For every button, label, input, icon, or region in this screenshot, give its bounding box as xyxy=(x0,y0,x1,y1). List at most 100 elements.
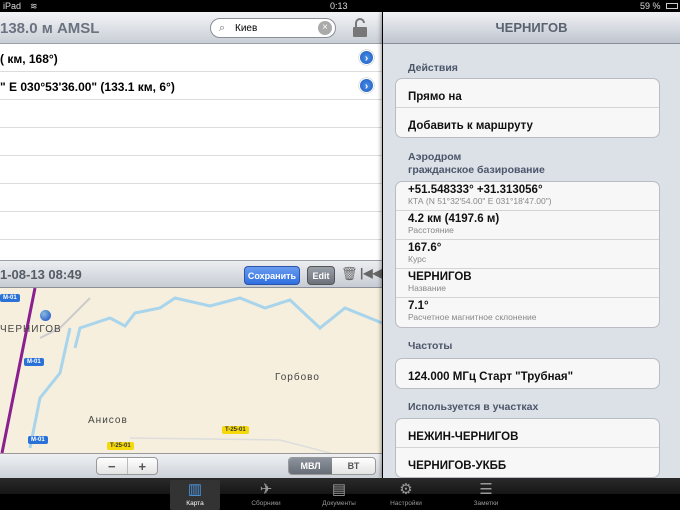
actions-group: Прямо на Добавить к маршруту xyxy=(395,78,660,138)
tab-map[interactable]: ▥ Карта xyxy=(170,480,220,510)
mode-mvl-button[interactable]: МВЛ xyxy=(289,458,332,474)
tab-documents[interactable]: ▤ Документы xyxy=(314,480,364,510)
segments-group: НЕЖИН-ЧЕРНИГОВ ЧЕРНИГОВ-УКББ xyxy=(395,418,660,478)
detail-label: Название xyxy=(408,283,446,293)
detail-label: Расстояние xyxy=(408,225,454,235)
list-item xyxy=(0,156,382,184)
action-label: Добавить к маршруту xyxy=(408,120,533,132)
elevation-title: 138.0 м AMSL xyxy=(0,20,100,37)
map-label-town: Горбово xyxy=(275,372,320,383)
detail-value: 4.2 км (4197.6 м) xyxy=(408,213,500,225)
map-view[interactable]: ЧЕРНИГОВ Горбово Анисов M-01 M-01 M-01 T… xyxy=(0,288,382,453)
route-date: 1-08-13 08:49 xyxy=(0,267,82,282)
list-item xyxy=(0,184,382,212)
map-label-town: Анисов xyxy=(88,415,128,426)
mode-vt-button[interactable]: ВТ xyxy=(332,458,375,474)
road-shield: T-25-01 xyxy=(107,442,134,450)
frequencies-group: 124.000 МГц Старт "Трубная" xyxy=(395,358,660,389)
clock: 0:13 xyxy=(330,1,348,11)
segment-row[interactable]: НЕЖИН-ЧЕРНИГОВ xyxy=(396,419,659,448)
search-value: Киев xyxy=(235,23,258,34)
route-line xyxy=(0,288,37,453)
disclosure-icon[interactable]: › xyxy=(359,78,374,93)
list-item-text: ( км, 168°) xyxy=(0,52,58,66)
detail-row: +51.548333° +31.313056° КТА (N 51°32'54.0… xyxy=(396,182,659,211)
airspace-mode-control: МВЛ ВТ xyxy=(288,457,376,475)
zoom-in-button[interactable]: + xyxy=(128,458,158,474)
clear-search-icon[interactable]: × xyxy=(318,21,332,35)
section-label: Действия xyxy=(408,62,458,74)
road-shield: M-01 xyxy=(24,358,44,366)
zoom-control: − + xyxy=(96,457,158,475)
go-direct-button[interactable]: Прямо на xyxy=(396,79,659,108)
map-water xyxy=(0,288,382,453)
gear-icon: ⚙ xyxy=(399,481,413,498)
tab-notes[interactable]: ☰ Заметки xyxy=(461,480,511,510)
detail-row: 7.1° Расчетное магнитное склонение xyxy=(396,298,659,327)
detail-value: ЧЕРНИГОВ xyxy=(408,271,472,283)
add-to-route-button[interactable]: Добавить к маршруту xyxy=(396,108,659,137)
tab-settings[interactable]: ⚙ Настройки xyxy=(381,480,431,510)
road-shield: T-25-01 xyxy=(222,426,249,434)
detail-row: 167.6° Курс xyxy=(396,240,659,269)
disclosure-icon[interactable]: › xyxy=(359,50,374,65)
list-item xyxy=(0,212,382,240)
battery-percent: 59 % xyxy=(640,1,661,11)
road-shield: M-01 xyxy=(28,436,48,444)
battery-icon xyxy=(666,3,678,9)
search-input[interactable]: ⌕ Киев × xyxy=(210,18,336,38)
location-pin-icon[interactable] xyxy=(40,310,51,321)
detail-label: КТА (N 51°32'54.00" E 031°18'47.00") xyxy=(408,196,552,206)
tab-label: Настройки xyxy=(390,500,422,507)
frequency-row[interactable]: 124.000 МГц Старт "Трубная" xyxy=(396,359,659,388)
notepad-icon: ☰ xyxy=(479,481,493,498)
left-header: 138.0 м AMSL ⌕ Киев × xyxy=(0,12,382,44)
section-label: Частоты xyxy=(408,340,453,352)
tab-label: Заметки xyxy=(473,500,499,507)
action-label: Прямо на xyxy=(408,91,462,103)
search-icon: ⌕ xyxy=(219,22,226,34)
detail-value: 167.6° xyxy=(408,242,442,254)
tab-label: Сборники xyxy=(251,500,281,507)
status-bar: iPad ≋ 0:13 59 % xyxy=(0,0,680,12)
road-shield: M-01 xyxy=(0,294,20,302)
map-label-city: ЧЕРНИГОВ xyxy=(0,324,62,335)
device-label: iPad xyxy=(3,1,22,11)
section-label: Аэродром xyxy=(408,151,462,163)
list-item-text: " E 030°53'36.00" (133.1 км, 6°) xyxy=(0,80,175,94)
detail-label: Курс xyxy=(408,254,427,264)
wifi-icon: ≋ xyxy=(30,1,38,11)
section-sublabel: гражданское базирование xyxy=(408,164,545,176)
segment-row[interactable]: ЧЕРНИГОВ-УКББ xyxy=(396,448,659,477)
detail-title: ЧЕРНИГОВ xyxy=(383,12,680,44)
tab-bar: ▥ Карта ✈ Сборники ▤ Документы ⚙ Настройки ☰… xyxy=(0,478,680,510)
tab-collections[interactable]: ✈ Сборники xyxy=(241,480,291,510)
rewind-icon[interactable]: |◀◀ xyxy=(360,266,382,280)
tray-icon: ▤ xyxy=(331,481,347,498)
detail-value: +51.548333° +31.313056° xyxy=(408,184,543,196)
segment-label: ЧЕРНИГОВ-УКББ xyxy=(408,460,507,472)
lock-icon[interactable] xyxy=(352,18,368,38)
map-bottom-bar: − + МВЛ ВТ xyxy=(0,453,382,478)
zoom-out-button[interactable]: − xyxy=(97,458,128,474)
detail-panel: ЧЕРНИГОВ Действия Прямо на Добавить к ма… xyxy=(383,12,680,478)
tab-label: Документы xyxy=(322,500,356,507)
list-item xyxy=(0,128,382,156)
trash-icon[interactable]: 🗑 xyxy=(341,266,358,282)
detail-row: ЧЕРНИГОВ Название xyxy=(396,269,659,298)
list-item[interactable]: ( км, 168°) › xyxy=(0,44,382,72)
edit-button[interactable]: Edit xyxy=(307,266,335,285)
save-button[interactable]: Сохранить xyxy=(244,266,300,285)
detail-value: 7.1° xyxy=(408,300,429,312)
segment-label: НЕЖИН-ЧЕРНИГОВ xyxy=(408,431,519,443)
detail-label: Расчетное магнитное склонение xyxy=(408,312,537,322)
list-item xyxy=(0,100,382,128)
section-label: Используется в участках xyxy=(408,401,539,413)
detail-row: 4.2 км (4197.6 м) Расстояние xyxy=(396,211,659,240)
aerodrome-details: +51.548333° +31.313056° КТА (N 51°32'54.0… xyxy=(395,181,660,328)
results-list: ( км, 168°) › " E 030°53'36.00" (133.1 км… xyxy=(0,44,382,240)
list-item[interactable]: " E 030°53'36.00" (133.1 км, 6°) › xyxy=(0,72,382,100)
frequency-label: 124.000 МГц Старт "Трубная" xyxy=(408,371,574,383)
left-panel: 138.0 м AMSL ⌕ Киев × ( км, 168°) › " E 0… xyxy=(0,12,382,478)
map-icon: ▥ xyxy=(187,481,203,498)
